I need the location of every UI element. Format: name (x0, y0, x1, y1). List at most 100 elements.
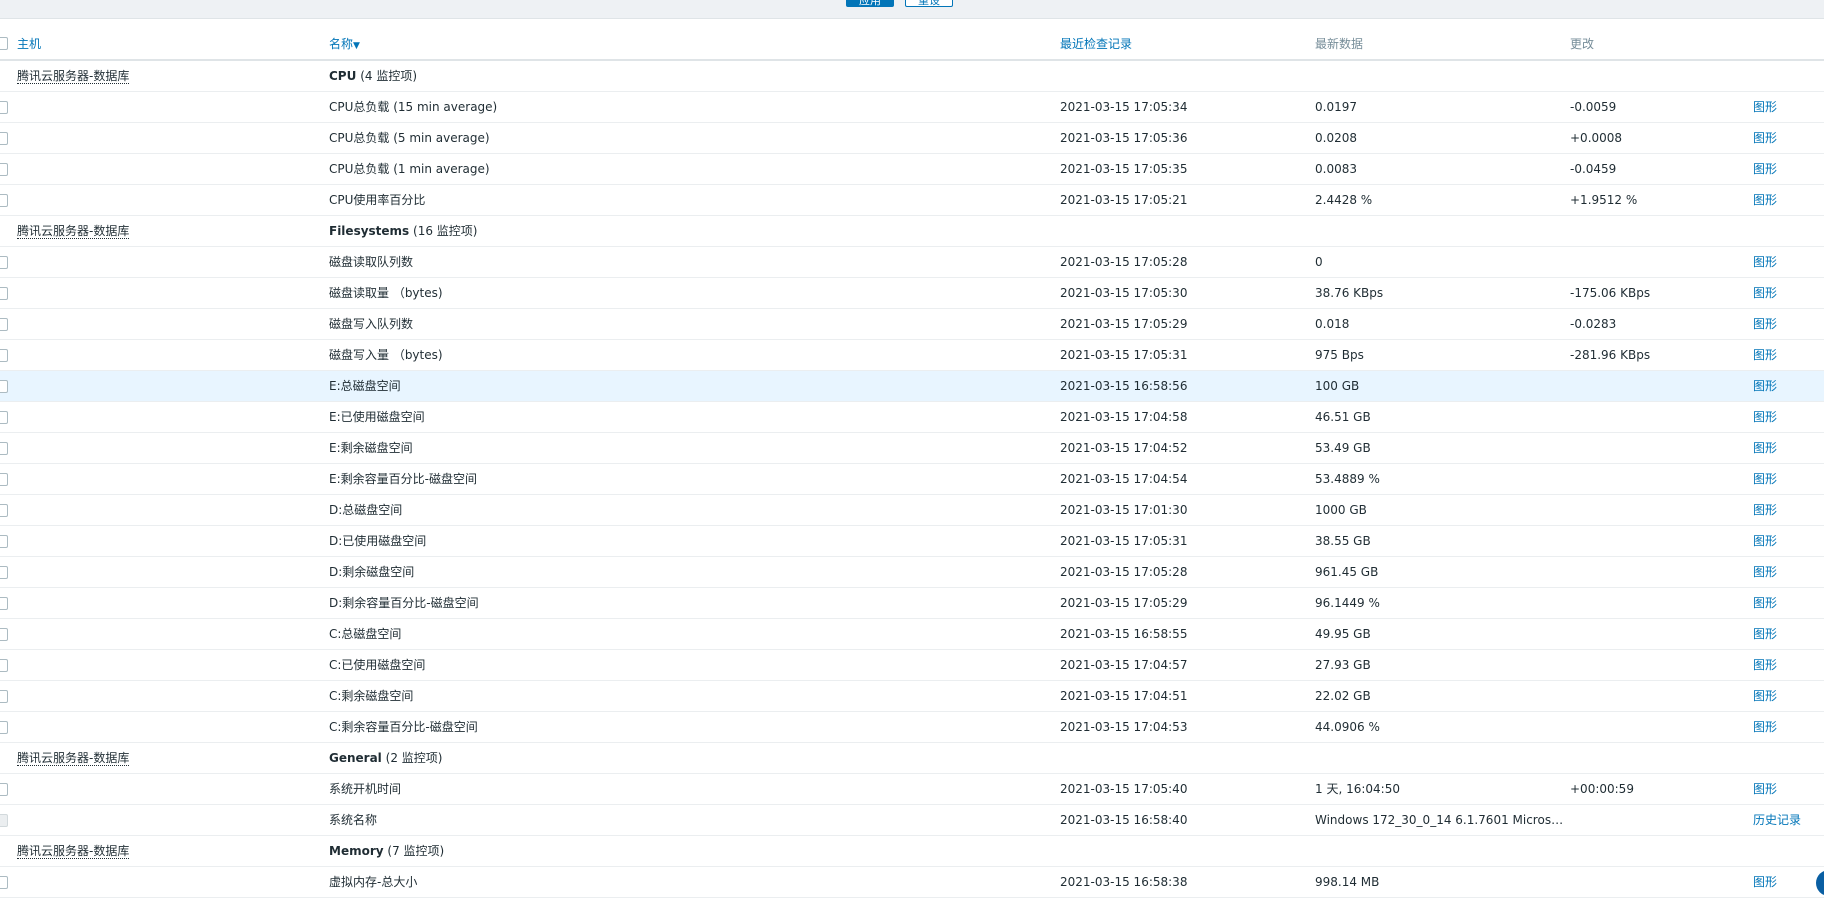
host-link[interactable]: 腾讯云服务器-数据库 (17, 751, 130, 766)
graph-link[interactable]: 图形 (1753, 875, 1777, 889)
last-value: 44.0906 % (1315, 711, 1570, 743)
graph-link[interactable]: 图形 (1753, 565, 1777, 579)
item-row: C:总磁盘空间 2021-03-15 16:58:55 49.95 GB 图形 (0, 618, 1824, 650)
host-cell (17, 680, 329, 712)
action-cell: 图形 (1753, 370, 1824, 402)
last-value: 0.018 (1315, 308, 1570, 340)
table-header: 主机 名称▼ 最近检查记录 最新数据 更改 (0, 28, 1824, 61)
graph-link[interactable]: 图形 (1753, 441, 1777, 455)
last-value: 0.0197 (1315, 91, 1570, 123)
item-row: D:总磁盘空间 2021-03-15 17:01:30 1000 GB 图形 (0, 494, 1824, 526)
apply-button[interactable]: 应用 (846, 0, 894, 7)
graph-link[interactable]: 图形 (1753, 286, 1777, 300)
change-value (1570, 618, 1753, 650)
graph-link[interactable]: 图形 (1753, 782, 1777, 796)
last-value: Windows 172_30_0_14 6.1.7601 Microsoft W… (1315, 804, 1570, 836)
action-cell: 图形 (1753, 153, 1824, 185)
last-check: 2021-03-15 16:58:56 (1060, 370, 1315, 402)
row-checkbox[interactable] (0, 193, 8, 207)
graph-link[interactable]: 图形 (1753, 131, 1777, 145)
row-cb-cell (0, 711, 17, 743)
lastcheck-column-header[interactable]: 最近检查记录 (1060, 28, 1315, 61)
graph-link[interactable]: 图形 (1753, 255, 1777, 269)
graph-link[interactable]: 图形 (1753, 472, 1777, 486)
graph-link[interactable]: 图形 (1753, 317, 1777, 331)
host-cell (17, 773, 329, 805)
group-name: Memory (329, 844, 384, 858)
graph-link[interactable]: 图形 (1753, 410, 1777, 424)
graph-link[interactable]: 图形 (1753, 100, 1777, 114)
last-check: 2021-03-15 16:58:38 (1060, 866, 1315, 898)
row-checkbox[interactable] (0, 875, 8, 889)
item-name: E:总磁盘空间 (329, 370, 1060, 402)
select-all-checkbox[interactable] (0, 37, 8, 50)
action-cell: 图形 (1753, 773, 1824, 805)
row-checkbox[interactable] (0, 782, 8, 796)
row-checkbox[interactable] (0, 534, 8, 548)
graph-link[interactable]: 图形 (1753, 627, 1777, 641)
item-name: E:剩余磁盘空间 (329, 432, 1060, 464)
group-item-count: (4 监控项) (360, 69, 418, 84)
graph-link[interactable]: 图形 (1753, 193, 1777, 207)
row-checkbox[interactable] (0, 689, 8, 703)
last-check: 2021-03-15 17:04:53 (1060, 711, 1315, 743)
graph-link[interactable]: 图形 (1753, 689, 1777, 703)
row-checkbox[interactable] (0, 100, 8, 114)
graph-link[interactable]: 图形 (1753, 596, 1777, 610)
row-checkbox[interactable] (0, 441, 8, 455)
row-cb-cell (0, 246, 17, 278)
group-row: 腾讯云服务器-数据库 Memory (7 监控项) (0, 835, 1824, 867)
row-cb-cell (0, 804, 17, 836)
graph-link[interactable]: 图形 (1753, 720, 1777, 734)
graph-link[interactable]: 图形 (1753, 162, 1777, 176)
group-row: 腾讯云服务器-数据库 CPU (4 监控项) (0, 60, 1824, 92)
history-link[interactable]: 历史记录 (1753, 813, 1801, 827)
last-check: 2021-03-15 16:58:55 (1060, 618, 1315, 650)
group-row: 腾讯云服务器-数据库 General (2 监控项) (0, 742, 1824, 774)
host-cell (17, 246, 329, 278)
host-link[interactable]: 腾讯云服务器-数据库 (17, 69, 130, 85)
row-checkbox[interactable] (0, 658, 8, 672)
last-check: 2021-03-15 17:05:29 (1060, 308, 1315, 340)
row-checkbox[interactable] (0, 565, 8, 579)
row-checkbox[interactable] (0, 720, 8, 734)
last-value: 961.45 GB (1315, 556, 1570, 588)
item-row: 磁盘读取队列数 2021-03-15 17:05:28 0 图形 (0, 246, 1824, 278)
row-checkbox[interactable] (0, 410, 8, 424)
row-checkbox[interactable] (0, 379, 8, 393)
graph-link[interactable]: 图形 (1753, 348, 1777, 362)
item-row: D:剩余磁盘空间 2021-03-15 17:05:28 961.45 GB 图形 (0, 556, 1824, 588)
item-row: E:剩余磁盘空间 2021-03-15 17:04:52 53.49 GB 图形 (0, 432, 1824, 464)
group-name-cell: Filesystems (16 监控项) (329, 215, 1060, 247)
row-checkbox[interactable] (0, 596, 8, 610)
last-check: 2021-03-15 17:04:54 (1060, 463, 1315, 495)
group-cb-cell (0, 835, 17, 867)
graph-link[interactable]: 图形 (1753, 534, 1777, 548)
graph-link[interactable]: 图形 (1753, 658, 1777, 672)
select-all-cell (0, 28, 17, 61)
graph-link[interactable]: 图形 (1753, 379, 1777, 393)
row-checkbox[interactable] (0, 131, 8, 145)
item-name: D:总磁盘空间 (329, 494, 1060, 526)
host-link[interactable]: 腾讯云服务器-数据库 (17, 224, 130, 239)
row-checkbox[interactable] (0, 503, 8, 517)
host-cell (17, 711, 329, 743)
row-checkbox[interactable] (0, 162, 8, 176)
row-checkbox[interactable] (0, 286, 8, 300)
name-column-header[interactable]: 名称▼ (329, 28, 1060, 61)
action-cell: 图形 (1753, 680, 1824, 712)
host-column-header[interactable]: 主机 (17, 28, 329, 61)
row-checkbox[interactable] (0, 472, 8, 486)
row-checkbox[interactable] (0, 627, 8, 641)
graph-link[interactable]: 图形 (1753, 503, 1777, 517)
action-cell: 图形 (1753, 401, 1824, 433)
item-row: D:剩余容量百分比-磁盘空间 2021-03-15 17:05:29 96.1449… (0, 587, 1824, 619)
row-checkbox[interactable] (0, 348, 8, 362)
row-checkbox[interactable] (0, 317, 8, 331)
row-checkbox[interactable] (0, 255, 8, 269)
group-row: 腾讯云服务器-数据库 Filesystems (16 监控项) (0, 215, 1824, 247)
change-value: +1.9512 % (1570, 184, 1753, 216)
host-link[interactable]: 腾讯云服务器-数据库 (17, 844, 130, 859)
reset-button[interactable]: 重设 (905, 0, 953, 7)
item-name: 虚拟内存-总大小 (329, 866, 1060, 898)
